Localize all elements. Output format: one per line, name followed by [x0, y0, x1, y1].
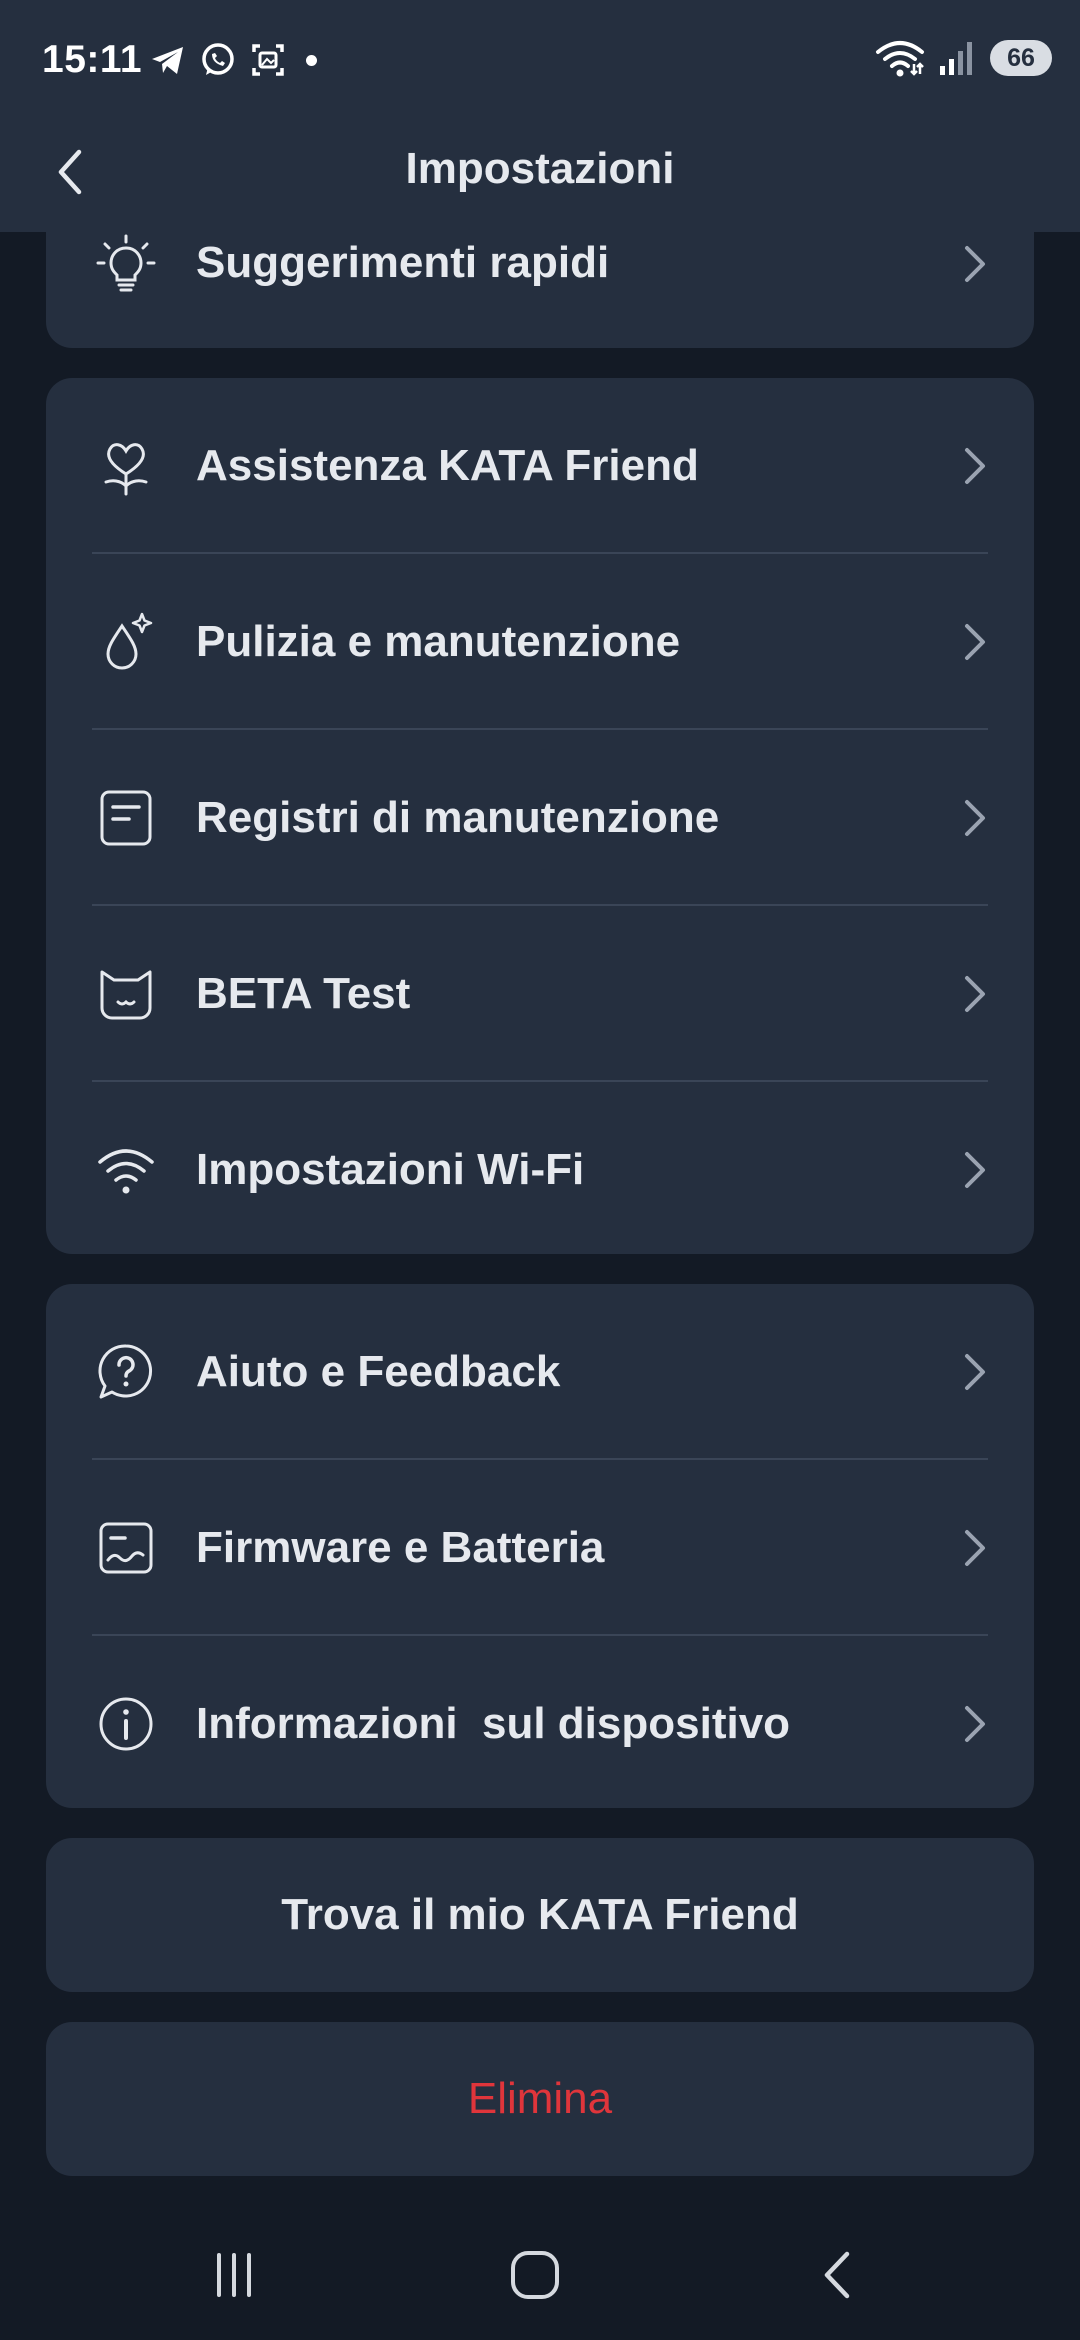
- chevron-right-icon: [965, 976, 985, 1012]
- settings-row-beta[interactable]: BETA Test: [46, 906, 1034, 1082]
- help-chat-icon: [98, 1344, 153, 1399]
- settings-row-label: Informazioni sul dispositivo: [196, 1699, 791, 1748]
- settings-row-label: Aiuto e Feedback: [196, 1347, 561, 1396]
- chevron-right-icon: [965, 1354, 985, 1390]
- firmware-icon: [99, 1522, 153, 1574]
- home-button[interactable]: [495, 2240, 575, 2310]
- wifi-icon: [98, 1149, 154, 1194]
- chevron-right-icon: [965, 800, 985, 836]
- battery-icon: 66: [990, 40, 1052, 76]
- settings-row-label: Firmware e Batteria: [196, 1523, 605, 1572]
- settings-row-support[interactable]: Assistenza KATA Friend: [46, 378, 1034, 554]
- home-icon: [511, 2251, 559, 2299]
- heart-flower-icon: [104, 443, 148, 496]
- settings-row-cleaning[interactable]: Pulizia e manutenzione: [46, 554, 1034, 730]
- settings-row-label: Assistenza KATA Friend: [196, 441, 699, 490]
- signal-icon: [940, 42, 972, 75]
- screenshot-icon: [252, 44, 284, 76]
- delete-button[interactable]: Elimina: [46, 2022, 1034, 2176]
- header-zone: 15:11 66 Impostazioni: [0, 0, 1080, 232]
- settings-row-firmware[interactable]: Firmware e Batteria: [46, 1460, 1034, 1636]
- settings-row-logs[interactable]: Registri di manutenzione: [46, 730, 1034, 906]
- info-icon: [99, 1697, 153, 1751]
- settings-row-help[interactable]: Aiuto e Feedback: [46, 1284, 1034, 1460]
- drop-sparkle-icon: [106, 612, 153, 670]
- settings-row-label: Pulizia e manutenzione: [196, 617, 681, 666]
- app-header: Impostazioni: [0, 122, 1080, 232]
- settings-row-label: Impostazioni Wi-Fi: [196, 1145, 585, 1194]
- cat-face-icon: [100, 970, 152, 1020]
- lightbulb-icon: [96, 234, 156, 292]
- chevron-right-icon: [965, 1706, 985, 1742]
- status-time: 15:11: [42, 38, 143, 81]
- find-device-button[interactable]: Trova il mio KATA Friend: [46, 1838, 1034, 1992]
- chevron-right-icon: [965, 624, 985, 660]
- back-icon: [824, 2251, 850, 2299]
- page-title: Impostazioni: [405, 144, 675, 193]
- recent-apps-icon: [217, 2253, 251, 2297]
- recent-apps-button[interactable]: [194, 2240, 274, 2310]
- system-nav-bar: [0, 2210, 1080, 2340]
- chevron-right-icon: [965, 1152, 985, 1188]
- settings-screen: 15:11 66 Impostazioni Suggerimenti rapid…: [0, 0, 1080, 2340]
- card-device: Assistenza KATA Friend Pulizia e manuten…: [46, 378, 1034, 1254]
- chevron-right-icon: [965, 1530, 985, 1566]
- system-back-button[interactable]: [797, 2240, 877, 2310]
- chevron-right-icon: [965, 246, 985, 282]
- settings-row-device-info[interactable]: Informazioni sul dispositivo: [46, 1636, 1034, 1808]
- document-icon: [100, 790, 152, 846]
- settings-row-label: BETA Test: [196, 969, 411, 1018]
- settings-row-label: Suggerimenti rapidi: [196, 238, 610, 287]
- wifi-icon: [876, 41, 924, 77]
- status-icons-left: [148, 40, 317, 80]
- notification-dot: [306, 54, 317, 66]
- status-icons-right: 66: [874, 38, 1052, 78]
- whatsapp-icon: [202, 43, 234, 75]
- settings-row-wifi[interactable]: Impostazioni Wi-Fi: [46, 1082, 1034, 1254]
- chevron-right-icon: [965, 448, 985, 484]
- card-info: Aiuto e Feedback Firmware e Batteria Inf…: [46, 1284, 1034, 1808]
- status-bar: 15:11 66: [0, 0, 1080, 122]
- telegram-icon: [152, 47, 183, 74]
- settings-row-label: Registri di manutenzione: [196, 793, 720, 842]
